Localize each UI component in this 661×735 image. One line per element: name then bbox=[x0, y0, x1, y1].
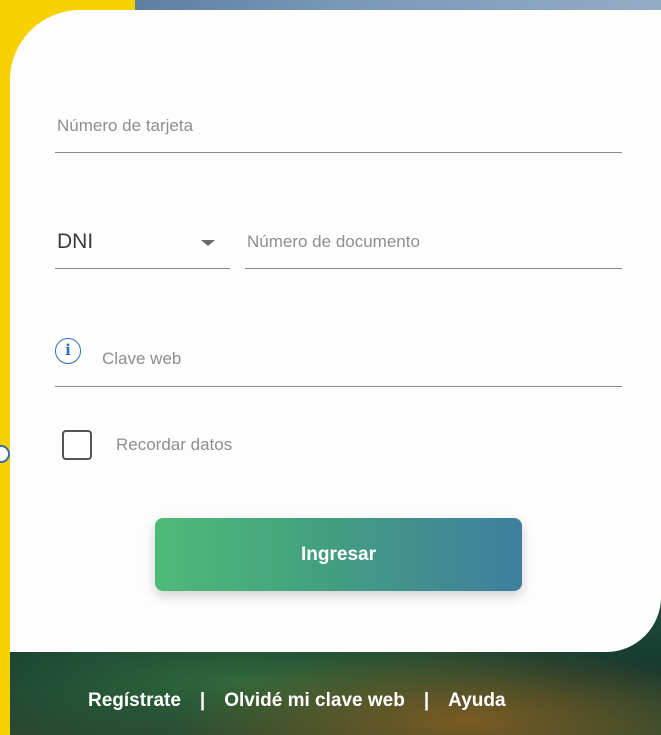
password-field[interactable]: i Clave web bbox=[55, 338, 622, 387]
help-link[interactable]: Ayuda bbox=[448, 690, 505, 712]
password-placeholder: Clave web bbox=[102, 349, 182, 368]
dropdown-caret-icon bbox=[201, 240, 215, 246]
login-submit-button[interactable]: Ingresar bbox=[155, 518, 522, 591]
info-icon[interactable]: i bbox=[55, 338, 81, 364]
login-card: Número de tarjeta DNI Número de document… bbox=[10, 10, 661, 652]
document-number-placeholder: Número de documento bbox=[247, 232, 420, 251]
forgot-password-link[interactable]: Olvidé mi clave web bbox=[224, 690, 405, 712]
remember-data-checkbox[interactable] bbox=[62, 430, 92, 460]
register-link[interactable]: Regístrate bbox=[88, 690, 181, 712]
document-type-value: DNI bbox=[57, 230, 94, 253]
footer-separator: | bbox=[199, 690, 206, 711]
footer-separator: | bbox=[423, 690, 430, 711]
card-number-field[interactable]: Número de tarjeta bbox=[55, 114, 622, 153]
remember-data-label[interactable]: Recordar datos bbox=[116, 435, 232, 455]
document-type-select[interactable]: DNI bbox=[55, 230, 230, 269]
footer-links: Regístrate | Olvidé mi clave web | Ayuda bbox=[88, 686, 506, 716]
brand-yellow-strip bbox=[0, 0, 10, 735]
card-number-placeholder: Número de tarjeta bbox=[57, 116, 194, 135]
document-number-field[interactable]: Número de documento bbox=[245, 230, 622, 269]
